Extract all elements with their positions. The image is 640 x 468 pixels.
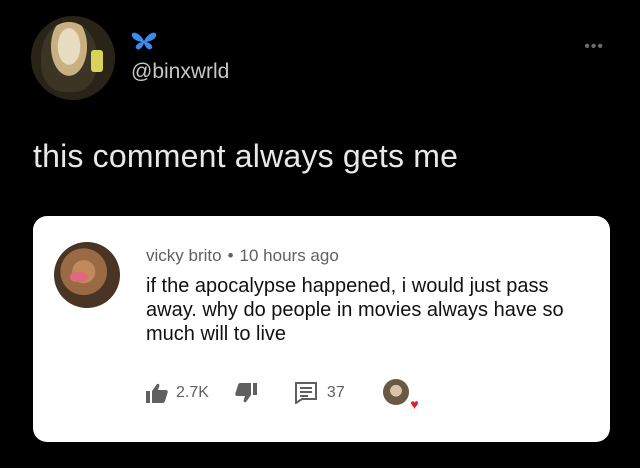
like-count: 2.7K <box>176 384 209 401</box>
dislike-button[interactable] <box>235 383 257 403</box>
meta-separator: • <box>227 246 234 265</box>
more-dots-icon[interactable]: ••• <box>584 38 604 56</box>
comment-time: 10 hours ago <box>239 246 339 265</box>
comment-meta: vicky brito • 10 hours ago <box>146 246 339 266</box>
avatar-dog-tongue <box>70 272 88 282</box>
thumbs-down-icon <box>235 383 257 403</box>
comment-author[interactable]: vicky brito <box>146 246 222 265</box>
comment-text: if the apocalypse happened, i would just… <box>146 275 564 345</box>
commenter-avatar[interactable] <box>54 242 120 308</box>
avatar-phone <box>91 50 103 72</box>
heart-icon: ♥ <box>410 396 419 412</box>
reply-count: 37 <box>326 384 345 401</box>
tweet-text: this comment always gets me <box>33 138 459 174</box>
comment-icon <box>294 382 317 404</box>
like-button[interactable]: 2.7K <box>146 383 209 403</box>
comment-screenshot-card: vicky brito • 10 hours ago if the apocalyp… <box>33 216 610 442</box>
butterfly-icon <box>131 32 157 50</box>
user-handle[interactable]: @binxwrld <box>131 60 229 84</box>
creator-avatar <box>382 379 409 405</box>
avatar-hair <box>41 22 97 92</box>
profile-avatar[interactable] <box>31 16 115 100</box>
replies-button[interactable]: 37 <box>294 382 345 404</box>
creator-heart-badge: ♥ <box>382 379 419 411</box>
comment-actions: 2.7K 37 ♥ <box>146 379 419 411</box>
thumbs-up-icon <box>146 383 168 403</box>
